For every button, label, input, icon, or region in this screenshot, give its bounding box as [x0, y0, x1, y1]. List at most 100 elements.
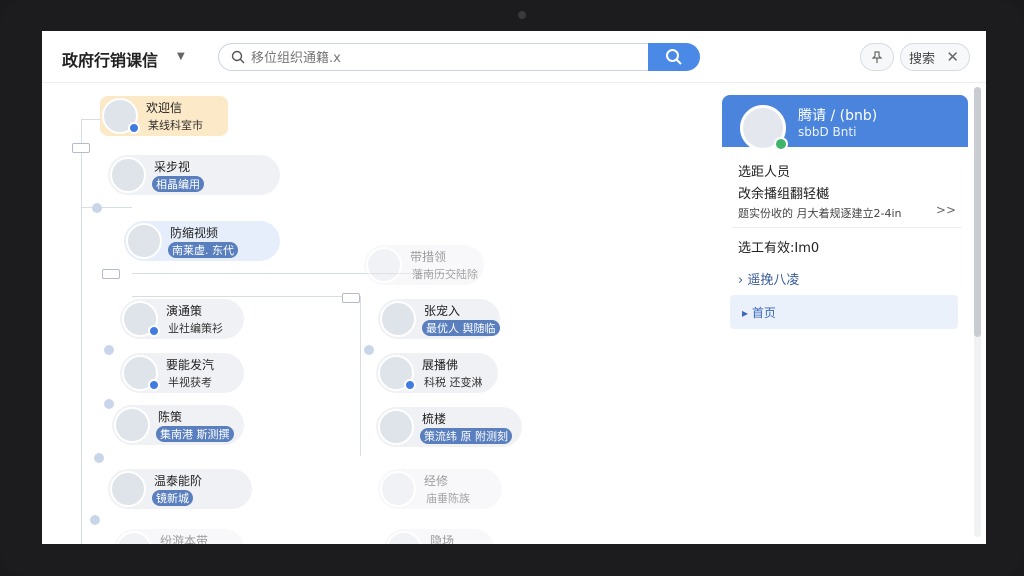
org-tree: 欢迎信 某线科室市 采步视 相晶编用 防缩视频 南莱虚. 东代 演通策 业社编策… — [42, 83, 722, 544]
panel-link-row[interactable]: › 遥挽八凌 — [738, 269, 799, 288]
panel-active-item[interactable]: ▸ 首页 — [730, 295, 958, 329]
tree-trunk-line — [81, 119, 82, 544]
node-name: 温泰能阶 — [154, 474, 203, 488]
tree-branch-line — [132, 296, 342, 297]
tree-node[interactable]: 隐场 — [384, 529, 494, 544]
node-role: 科税 还变淋 — [424, 376, 483, 389]
verified-badge-icon — [404, 379, 416, 391]
tree-node[interactable]: 纷游本带 — [114, 529, 244, 544]
panel-row: 选距人员 — [738, 165, 791, 180]
search-icon — [666, 49, 682, 65]
node-name: 隐场 — [430, 534, 455, 544]
tree-node[interactable]: 陈策 集南港 斯测撰 — [112, 405, 244, 445]
node-name: 带措领 — [410, 250, 447, 264]
avatar — [116, 531, 152, 544]
divider — [732, 227, 962, 228]
avatar — [110, 471, 146, 507]
avatar — [110, 157, 146, 193]
online-badge-icon — [774, 137, 788, 151]
node-name: 张宠入 — [424, 304, 461, 318]
search-button[interactable] — [648, 43, 700, 71]
verified-badge-icon — [148, 325, 160, 337]
node-name: 要能发汽 — [166, 358, 215, 372]
node-role: 最优人 舆随临 — [422, 320, 500, 336]
panel-active-label: ▸ 首页 — [742, 304, 776, 321]
verified-badge-icon — [148, 379, 160, 391]
tree-node[interactable]: 张宠入 最优人 舆随临 — [378, 299, 500, 339]
app-title: 政府行销课信 — [62, 51, 159, 70]
node-role: 某线科室市 — [148, 119, 203, 132]
chevron-down-icon[interactable]: ▼ — [177, 51, 185, 62]
search-text-button[interactable]: 搜索 ✕ — [900, 43, 970, 71]
collapse-toggle[interactable] — [72, 143, 90, 153]
tree-node[interactable]: 展播佛 科税 还变淋 — [376, 353, 498, 393]
panel-link-label: 遥挽八凌 — [747, 273, 800, 288]
collapse-toggle[interactable] — [102, 269, 120, 279]
panel-row: 选工有效:Im0 — [738, 241, 820, 256]
avatar — [126, 223, 162, 259]
scroll-thumb[interactable] — [974, 87, 981, 337]
tree-node[interactable]: 要能发汽 半视获考 — [120, 353, 244, 393]
node-role: 业社编策衫 — [168, 322, 223, 335]
avatar — [386, 531, 422, 544]
node-role: 集南港 斯测撰 — [156, 426, 234, 442]
tree-node[interactable]: 经修 庙垂陈族 — [378, 469, 502, 509]
expand-arrow-icon[interactable]: >> — [936, 203, 956, 217]
close-icon[interactable]: ✕ — [946, 48, 959, 66]
node-name: 陈策 — [158, 410, 183, 424]
node-name: 纷游本带 — [160, 534, 209, 544]
caret-right-icon: ▸ — [742, 306, 749, 320]
detail-panel: 腾请 / (bnb) sbbD Bnti 选距人员 改余播组翻轻樾 题实份收的 … — [722, 95, 968, 544]
tree-node[interactable]: 温泰能阶 镜新城 — [108, 469, 252, 509]
camera-dot — [518, 11, 526, 19]
node-name: 演通策 — [166, 304, 203, 318]
pin-button[interactable] — [860, 43, 894, 71]
search-input[interactable] — [251, 48, 641, 68]
verified-badge-icon — [128, 122, 140, 134]
tree-node[interactable]: 采步视 相晶编用 — [108, 155, 280, 195]
avatar — [366, 247, 402, 283]
avatar — [380, 301, 416, 337]
node-role: 相晶编用 — [152, 176, 204, 192]
app-screen: 政府行销课信 ▼ 移位组织通籍.x 搜索 ✕ 欢迎信 某线科室市 采步视 相晶编… — [42, 31, 986, 544]
chevron-right-icon: › — [738, 273, 744, 288]
search-box — [218, 43, 700, 71]
tree-node-root[interactable]: 欢迎信 某线科室市 — [100, 96, 228, 136]
tree-node-dot — [364, 345, 374, 355]
node-role: 镜新城 — [152, 490, 193, 506]
node-name: 经修 — [424, 474, 449, 488]
tree-node-dot — [104, 345, 114, 355]
device-bezel: 政府行销课信 ▼ 移位组织通籍.x 搜索 ✕ 欢迎信 某线科室市 采步视 相晶编… — [0, 0, 1024, 576]
tree-node[interactable]: 带措领 藩南历交陆除 — [364, 245, 484, 285]
node-name: 欢迎信 — [146, 101, 183, 115]
tree-node-dot — [90, 515, 100, 525]
avatar — [380, 471, 416, 507]
node-role: 南莱虚. 东代 — [168, 242, 238, 258]
tree-node[interactable]: 梳楼 策流纬 原 附测刻 — [376, 407, 522, 447]
node-role: 策流纬 原 附测刻 — [420, 428, 512, 444]
node-role: 半视获考 — [168, 376, 212, 389]
pin-icon — [871, 51, 883, 63]
panel-row: 改余播组翻轻樾 — [738, 187, 830, 202]
collapse-toggle[interactable] — [342, 293, 360, 303]
scrollbar[interactable] — [974, 87, 981, 537]
node-role: 庙垂陈族 — [426, 492, 470, 505]
tree-node-dot — [104, 399, 114, 409]
search-icon — [231, 50, 245, 64]
panel-row: 题实份收的 月大着规逐建立2-4in — [738, 207, 902, 220]
tree-node[interactable]: 防缩视频 南莱虚. 东代 — [124, 221, 280, 261]
avatar — [114, 407, 150, 443]
panel-active-text: 首页 — [751, 306, 776, 320]
panel-subtitle: sbbD Bnti — [798, 125, 857, 139]
node-name: 梳楼 — [422, 412, 447, 426]
tree-branch-line — [82, 119, 100, 120]
node-name: 采步视 — [154, 160, 191, 174]
avatar — [378, 409, 414, 445]
search-text-label: 搜索 — [909, 51, 936, 67]
node-name: 展播佛 — [422, 358, 459, 372]
panel-header: 腾请 / (bnb) sbbD Bnti — [722, 95, 968, 151]
tree-branch-line — [82, 207, 132, 208]
tree-node[interactable]: 演通策 业社编策衫 — [120, 299, 244, 339]
panel-name: 腾请 / (bnb) — [798, 108, 878, 124]
tree-node-dot — [92, 203, 102, 213]
